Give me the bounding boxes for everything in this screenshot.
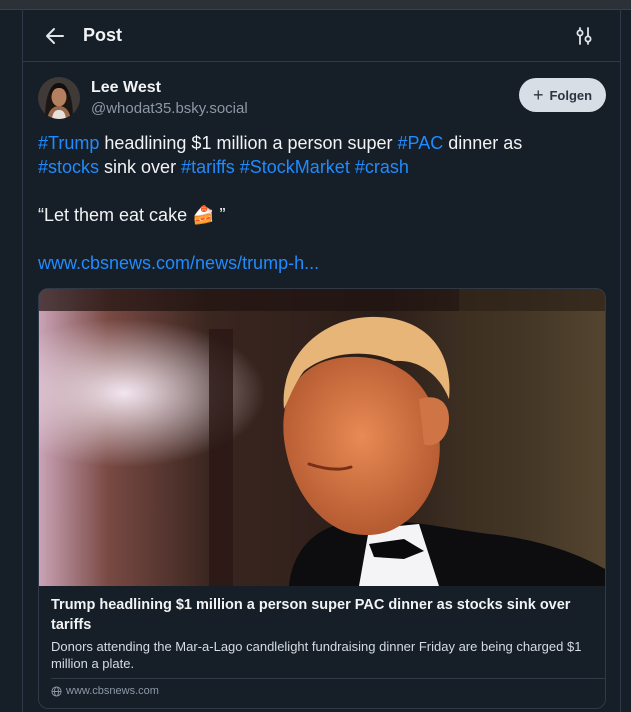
card-description: Donors attending the Mar-a-Lago candleli… xyxy=(51,639,582,671)
page-title: Post xyxy=(83,25,123,45)
feed-border-right xyxy=(620,9,621,712)
hashtag-crash[interactable]: #crash xyxy=(355,157,409,177)
post-text-segment: headlining $1 million a person super xyxy=(99,133,398,153)
post-text-segment: sink over xyxy=(99,157,182,177)
hashtag-stockmarket[interactable]: #StockMarket xyxy=(240,157,350,177)
sliders-icon[interactable] xyxy=(574,26,594,46)
author-handle[interactable]: @whodat35.bsky.social xyxy=(91,100,248,117)
card-domain-text: www.cbsnews.com xyxy=(66,685,159,697)
hashtag-tariffs[interactable]: #tariffs xyxy=(181,157,235,177)
author-name[interactable]: Lee West xyxy=(91,79,161,97)
card-title[interactable]: Trump headlining $1 million a person sup… xyxy=(51,595,596,635)
hashtag-trump[interactable]: #Trump xyxy=(38,133,99,153)
post-line-1: #Trump headlining $1 million a person su… xyxy=(38,131,608,155)
plus-icon: + xyxy=(532,85,544,105)
card-domain: www.cbsnews.com xyxy=(51,685,159,697)
avatar[interactable] xyxy=(38,77,80,119)
hashtag-pac[interactable]: #PAC xyxy=(398,133,444,153)
globe-icon xyxy=(51,685,62,697)
header-divider xyxy=(23,61,620,62)
card-thumbnail-image xyxy=(39,289,605,586)
feed-border-left xyxy=(22,9,23,712)
post-header: Post xyxy=(23,10,620,62)
post-quote: “Let them eat cake 🍰 ” xyxy=(38,205,226,225)
post-line-2: #stocks sink over #tariffs #StockMarket … xyxy=(38,155,608,179)
follow-button[interactable]: + Folgen xyxy=(519,78,606,112)
post-text: #Trump headlining $1 million a person su… xyxy=(38,131,608,275)
post-link[interactable]: www.cbsnews.com/news/trump-h... xyxy=(38,251,608,275)
arrow-left-icon[interactable] xyxy=(44,25,66,47)
follow-button-label: Folgen xyxy=(549,87,593,103)
link-preview-card[interactable]: Trump headlining $1 million a person sup… xyxy=(38,288,606,709)
window-top-strip xyxy=(0,0,631,10)
post-text-segment: dinner as xyxy=(443,133,523,153)
card-divider xyxy=(51,678,605,679)
hashtag-stocks[interactable]: #stocks xyxy=(38,157,99,177)
